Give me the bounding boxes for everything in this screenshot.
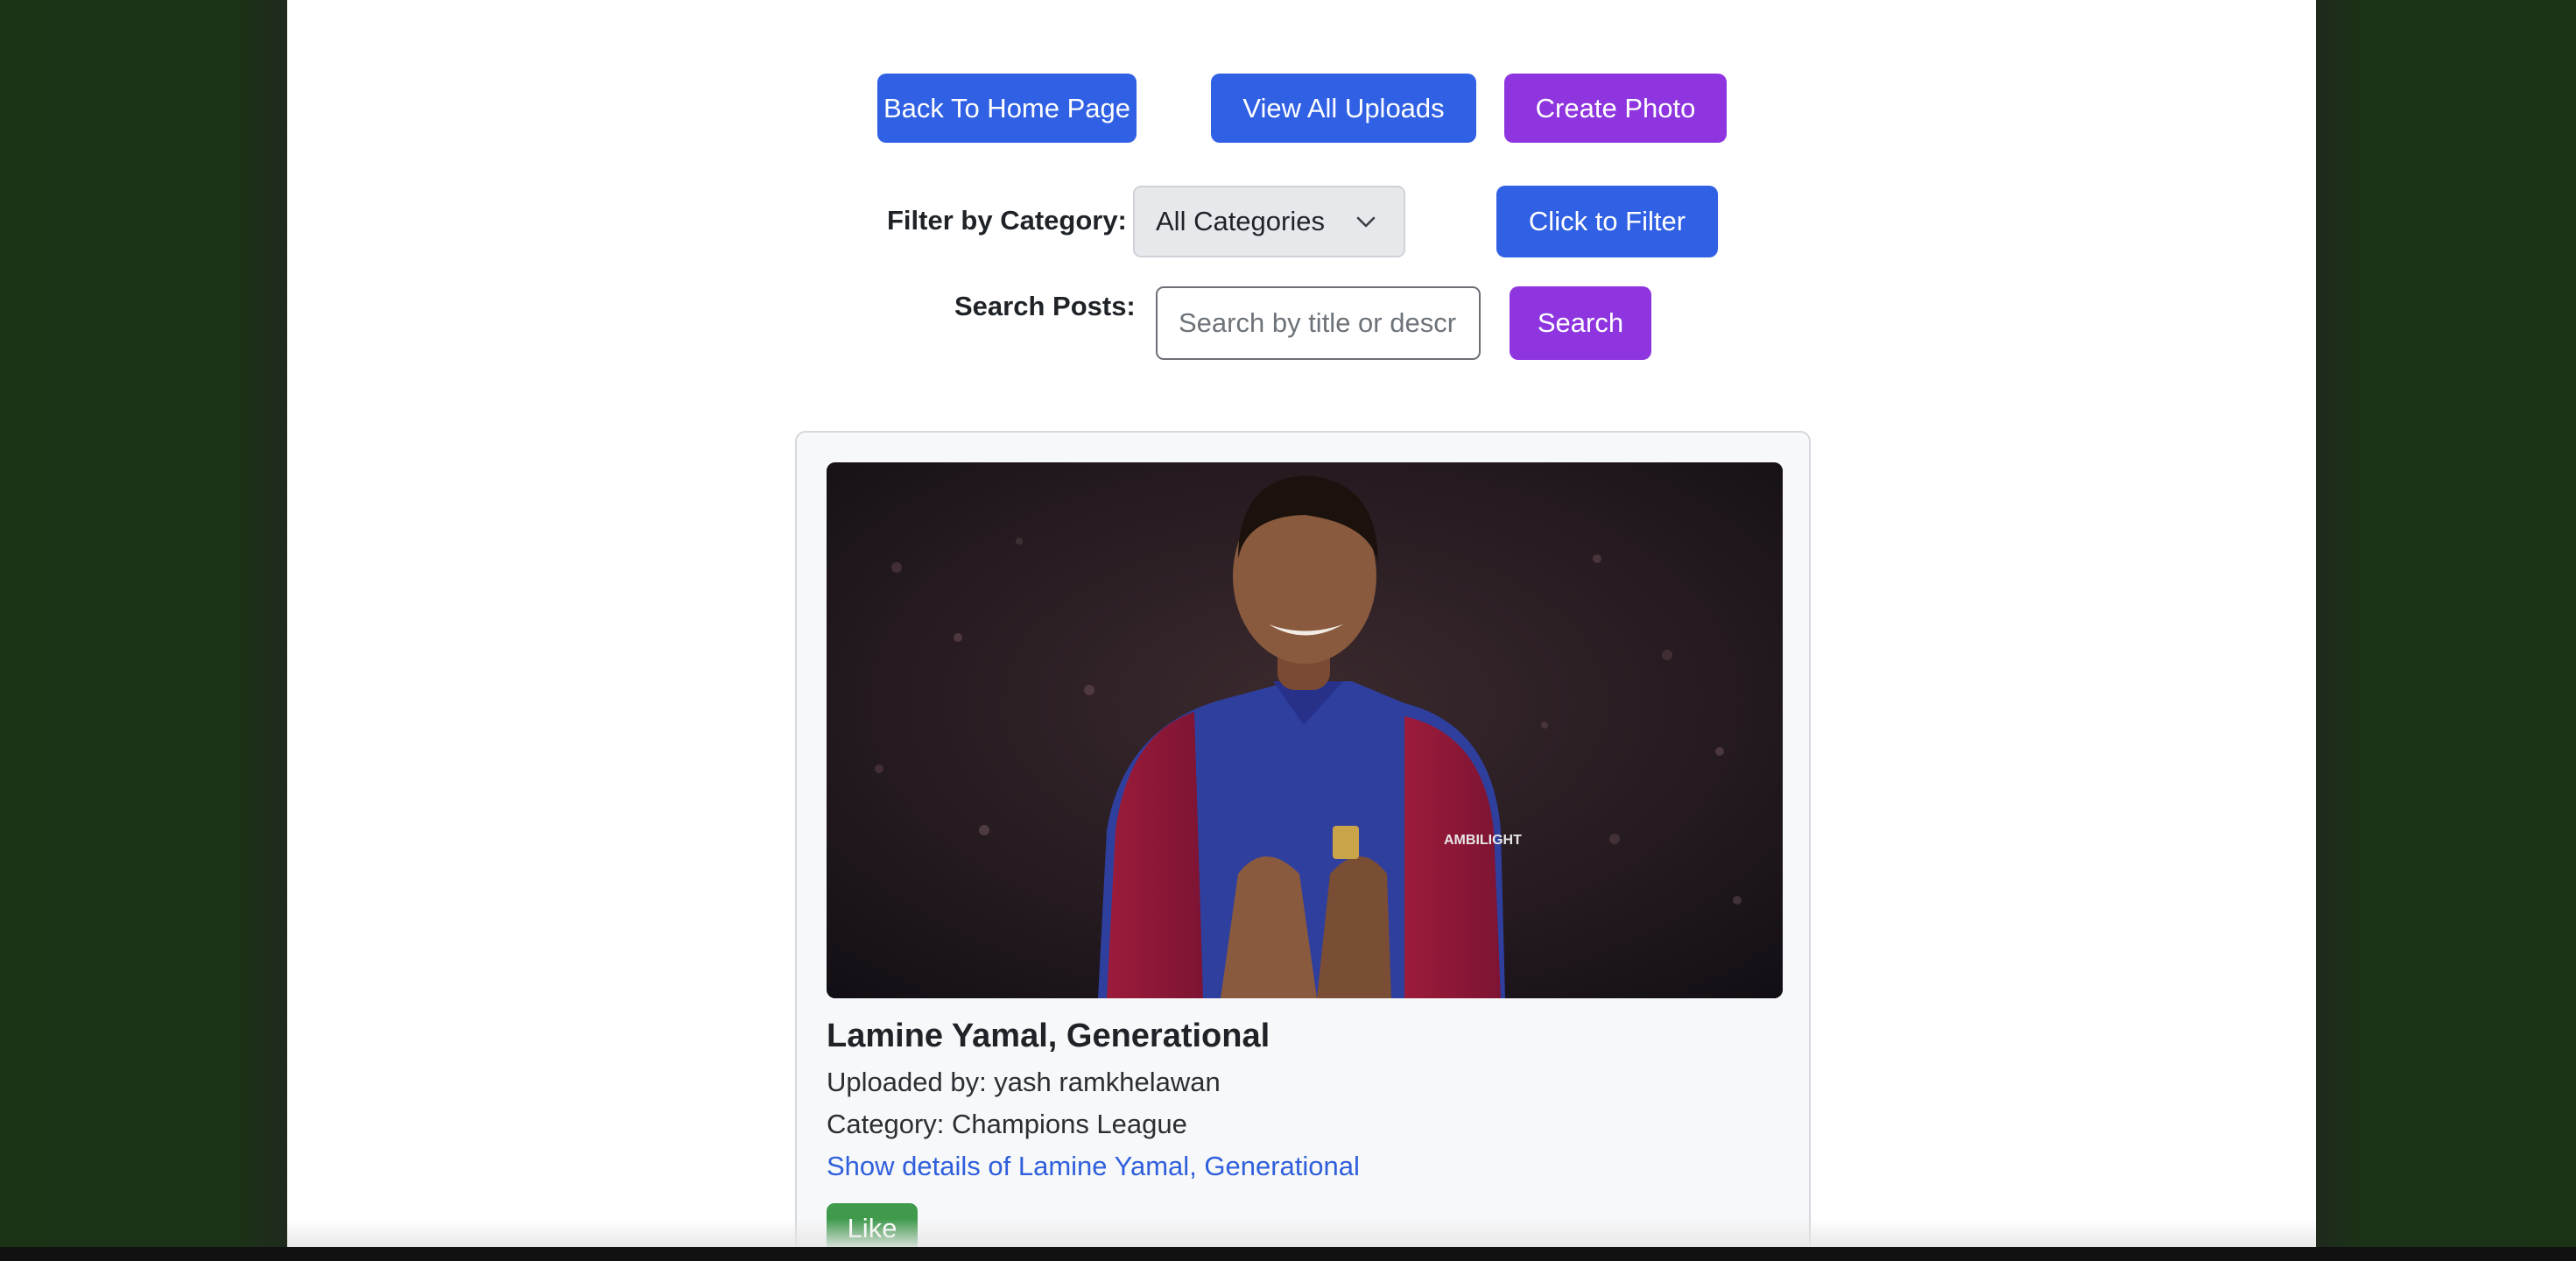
post-photo: AMBILIGHT <box>827 462 1783 998</box>
search-input[interactable] <box>1156 286 1481 360</box>
create-photo-button[interactable]: Create Photo <box>1504 74 1727 143</box>
search-button[interactable]: Search <box>1510 286 1651 360</box>
player-photo-illustration: AMBILIGHT <box>827 462 1783 998</box>
click-to-filter-button[interactable]: Click to Filter <box>1496 186 1718 257</box>
back-to-home-button[interactable]: Back To Home Page <box>877 74 1137 143</box>
post-title: Lamine Yamal, Generational <box>827 1018 1270 1054</box>
post-category: Category: Champions League <box>827 1109 1187 1139</box>
category-select-value: All Categories <box>1156 206 1325 236</box>
chevron-down-icon <box>1356 216 1376 228</box>
category-select[interactable]: All Categories <box>1133 186 1405 257</box>
post-card: AMBILIGHT Lamine Yamal, Generational Upl… <box>795 431 1811 1247</box>
bottom-edge <box>0 1247 2576 1261</box>
show-details-link[interactable]: Show details of Lamine Yamal, Generation… <box>827 1151 1360 1182</box>
background-left <box>0 0 287 1261</box>
like-button[interactable]: Like <box>827 1203 918 1247</box>
background-right <box>2316 0 2576 1261</box>
filter-category-label: Filter by Category: <box>887 205 1127 236</box>
post-uploader: Uploaded by: yash ramkhelawan <box>827 1067 1221 1097</box>
page-container: Back To Home Page View All Uploads Creat… <box>287 0 2316 1247</box>
jersey-sponsor-text: AMBILIGHT <box>1444 833 1522 848</box>
view-all-uploads-button[interactable]: View All Uploads <box>1211 74 1476 143</box>
search-posts-label: Search Posts: <box>954 291 1136 321</box>
